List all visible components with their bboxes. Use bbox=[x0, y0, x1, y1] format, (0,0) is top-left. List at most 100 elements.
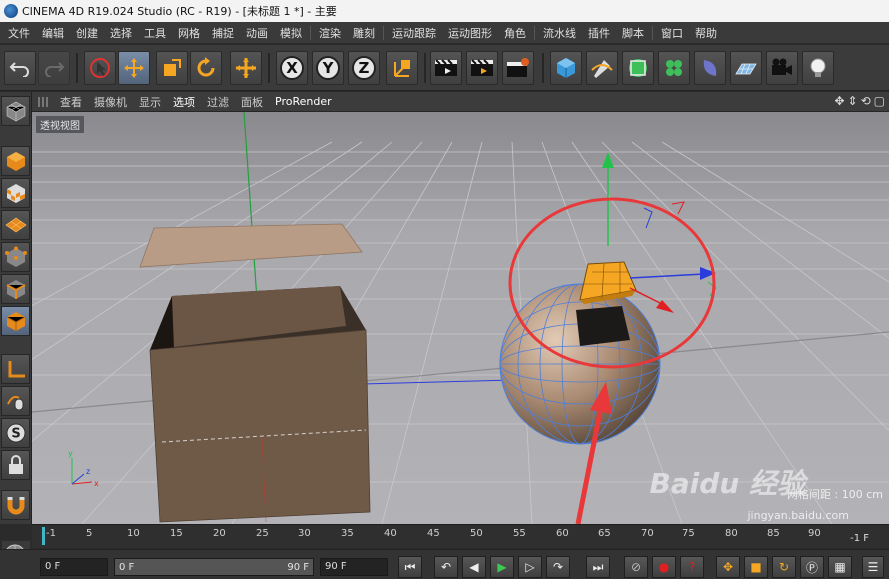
timeline-tick: -1 bbox=[46, 528, 56, 539]
key-parameter-button[interactable]: Ⓟ bbox=[800, 556, 824, 578]
viewport-menu-bar: 查看 摄像机 显示 选项 过滤 面板 ProRender ✥ ⇕ ⟲ ▢ bbox=[32, 92, 889, 112]
menu-pipeline[interactable]: 流水线 bbox=[537, 25, 582, 41]
box-lid[interactable] bbox=[139, 223, 363, 268]
points-mode-icon bbox=[4, 246, 27, 267]
rotate-view-icon[interactable]: ⟲ bbox=[861, 94, 871, 108]
pan-view-icon[interactable]: ✥ bbox=[834, 94, 844, 108]
menu-file[interactable]: 文件 bbox=[2, 25, 36, 41]
camera-button[interactable] bbox=[766, 51, 798, 85]
menu-motion-tracking[interactable]: 运动跟踪 bbox=[386, 25, 442, 41]
viewport-menu-display[interactable]: 显示 bbox=[133, 94, 167, 110]
viewport-menu-filter[interactable]: 过滤 bbox=[201, 94, 235, 110]
open-box[interactable] bbox=[149, 286, 371, 523]
cloner-button[interactable] bbox=[658, 51, 690, 85]
toggle-view-icon[interactable]: ▢ bbox=[874, 94, 885, 108]
motion-recording-button[interactable]: ⊘ bbox=[624, 556, 648, 578]
timeline-tick: 25 bbox=[256, 528, 269, 539]
key-position-button[interactable]: ✥ bbox=[716, 556, 740, 578]
go-to-end-button[interactable]: ⏭ bbox=[586, 556, 610, 578]
edges-mode-button[interactable] bbox=[1, 274, 30, 304]
next-frame-button[interactable]: ▷ bbox=[518, 556, 542, 578]
menu-script[interactable]: 脚本 bbox=[616, 25, 650, 41]
model-mode-button[interactable] bbox=[1, 146, 30, 176]
menu-mesh[interactable]: 网格 bbox=[172, 25, 206, 41]
floor-button[interactable] bbox=[730, 51, 762, 85]
go-to-end-icon: ⏭ bbox=[592, 559, 604, 574]
preview-range-slider[interactable]: 0 F 90 F bbox=[114, 558, 314, 576]
timeline-ruler[interactable]: -1 5 10 15 20 25 30 35 40 45 50 55 60 65… bbox=[32, 524, 889, 548]
points-mode-button[interactable] bbox=[1, 242, 30, 272]
autokeying-button[interactable]: ? bbox=[680, 556, 704, 578]
menu-help[interactable]: 帮助 bbox=[689, 25, 723, 41]
menu-select[interactable]: 选择 bbox=[104, 25, 138, 41]
coordinate-system-button[interactable] bbox=[386, 51, 418, 85]
viewport-menu-panel[interactable]: 面板 bbox=[235, 94, 269, 110]
perspective-viewport[interactable]: y x z 透视视图 Baidu 经验 网格间距 : 100 cm jingya… bbox=[32, 112, 889, 524]
grid-spacing-readout: 网格间距 : 100 cm bbox=[787, 488, 883, 501]
selected-polygon[interactable] bbox=[579, 261, 637, 304]
render-view-button[interactable] bbox=[430, 51, 462, 85]
axis-mode-icon bbox=[8, 361, 25, 378]
menu-window[interactable]: 窗口 bbox=[655, 25, 689, 41]
deformer-button[interactable] bbox=[694, 51, 726, 85]
menu-render[interactable]: 渲染 bbox=[313, 25, 347, 41]
render-to-picture-viewer-button[interactable] bbox=[466, 51, 498, 85]
add-cube-button[interactable] bbox=[550, 51, 582, 85]
key-point-level-button[interactable]: ▦ bbox=[828, 556, 852, 578]
workplane-icon bbox=[4, 217, 27, 233]
menu-simulate[interactable]: 模拟 bbox=[274, 25, 308, 41]
polygons-mode-button[interactable] bbox=[1, 306, 30, 336]
key-parameter-icon: Ⓟ bbox=[805, 560, 818, 575]
key-scale-button[interactable]: ■ bbox=[744, 556, 768, 578]
edit-render-settings-button[interactable] bbox=[502, 51, 534, 85]
next-key-button[interactable]: ↷ bbox=[546, 556, 570, 578]
z-axis-lock-button[interactable]: Z bbox=[348, 51, 380, 85]
live-selection-button[interactable] bbox=[84, 51, 116, 85]
menu-plugins[interactable]: 插件 bbox=[582, 25, 616, 41]
menu-animate[interactable]: 动画 bbox=[240, 25, 274, 41]
light-button[interactable] bbox=[802, 51, 834, 85]
menu-mograph[interactable]: 运动图形 bbox=[442, 25, 498, 41]
record-active-objects-button[interactable]: ● bbox=[652, 556, 676, 578]
rotate-tool-button[interactable] bbox=[190, 51, 222, 85]
tweak-mode-button[interactable] bbox=[1, 386, 30, 416]
x-axis-lock-button[interactable]: X bbox=[276, 51, 308, 85]
make-editable-button[interactable] bbox=[1, 96, 30, 126]
menu-snap[interactable]: 捕捉 bbox=[206, 25, 240, 41]
previous-key-button[interactable]: ↶ bbox=[434, 556, 458, 578]
timeline-playhead[interactable] bbox=[42, 527, 45, 545]
texture-mode-button[interactable] bbox=[1, 178, 30, 208]
magnet-snap-button[interactable] bbox=[1, 490, 30, 520]
go-to-start-button[interactable]: ⏮ bbox=[398, 556, 422, 578]
end-frame-field[interactable]: 90 F bbox=[320, 558, 388, 576]
dolly-view-icon[interactable]: ⇕ bbox=[848, 94, 858, 108]
scale-tool-button[interactable] bbox=[156, 51, 188, 85]
timeline-tick: 40 bbox=[384, 528, 397, 539]
current-frame-field[interactable]: 0 F bbox=[40, 558, 108, 576]
y-axis-lock-button[interactable]: Y bbox=[312, 51, 344, 85]
undo-button[interactable] bbox=[4, 51, 36, 85]
viewport-menu-prorender[interactable]: ProRender bbox=[269, 95, 338, 108]
viewport-menu-options[interactable]: 选项 bbox=[167, 94, 201, 110]
locked-workplane-button[interactable] bbox=[1, 450, 30, 480]
key-rotation-button[interactable]: ↻ bbox=[772, 556, 796, 578]
recent-tool-button[interactable] bbox=[230, 51, 262, 85]
subdivision-surface-button[interactable] bbox=[622, 51, 654, 85]
snap-mode-button[interactable]: S bbox=[1, 418, 30, 448]
pen-spline-button[interactable] bbox=[586, 51, 618, 85]
viewport-menu-cameras[interactable]: 摄像机 bbox=[88, 94, 133, 110]
menu-create[interactable]: 创建 bbox=[70, 25, 104, 41]
redo-button[interactable] bbox=[38, 51, 70, 85]
menu-edit[interactable]: 编辑 bbox=[36, 25, 70, 41]
play-button[interactable]: ▶ bbox=[490, 556, 514, 578]
autokey-icon: ? bbox=[688, 560, 696, 574]
axis-mode-button[interactable] bbox=[1, 354, 30, 384]
menu-sculpt[interactable]: 雕刻 bbox=[347, 25, 381, 41]
timeline-menu-button[interactable]: ☰ bbox=[862, 556, 884, 578]
previous-frame-button[interactable]: ◀ bbox=[462, 556, 486, 578]
move-tool-button[interactable] bbox=[118, 51, 150, 85]
menu-tools[interactable]: 工具 bbox=[138, 25, 172, 41]
workplane-mode-button[interactable] bbox=[1, 210, 30, 240]
menu-character[interactable]: 角色 bbox=[498, 25, 532, 41]
viewport-menu-view[interactable]: 查看 bbox=[54, 94, 88, 110]
